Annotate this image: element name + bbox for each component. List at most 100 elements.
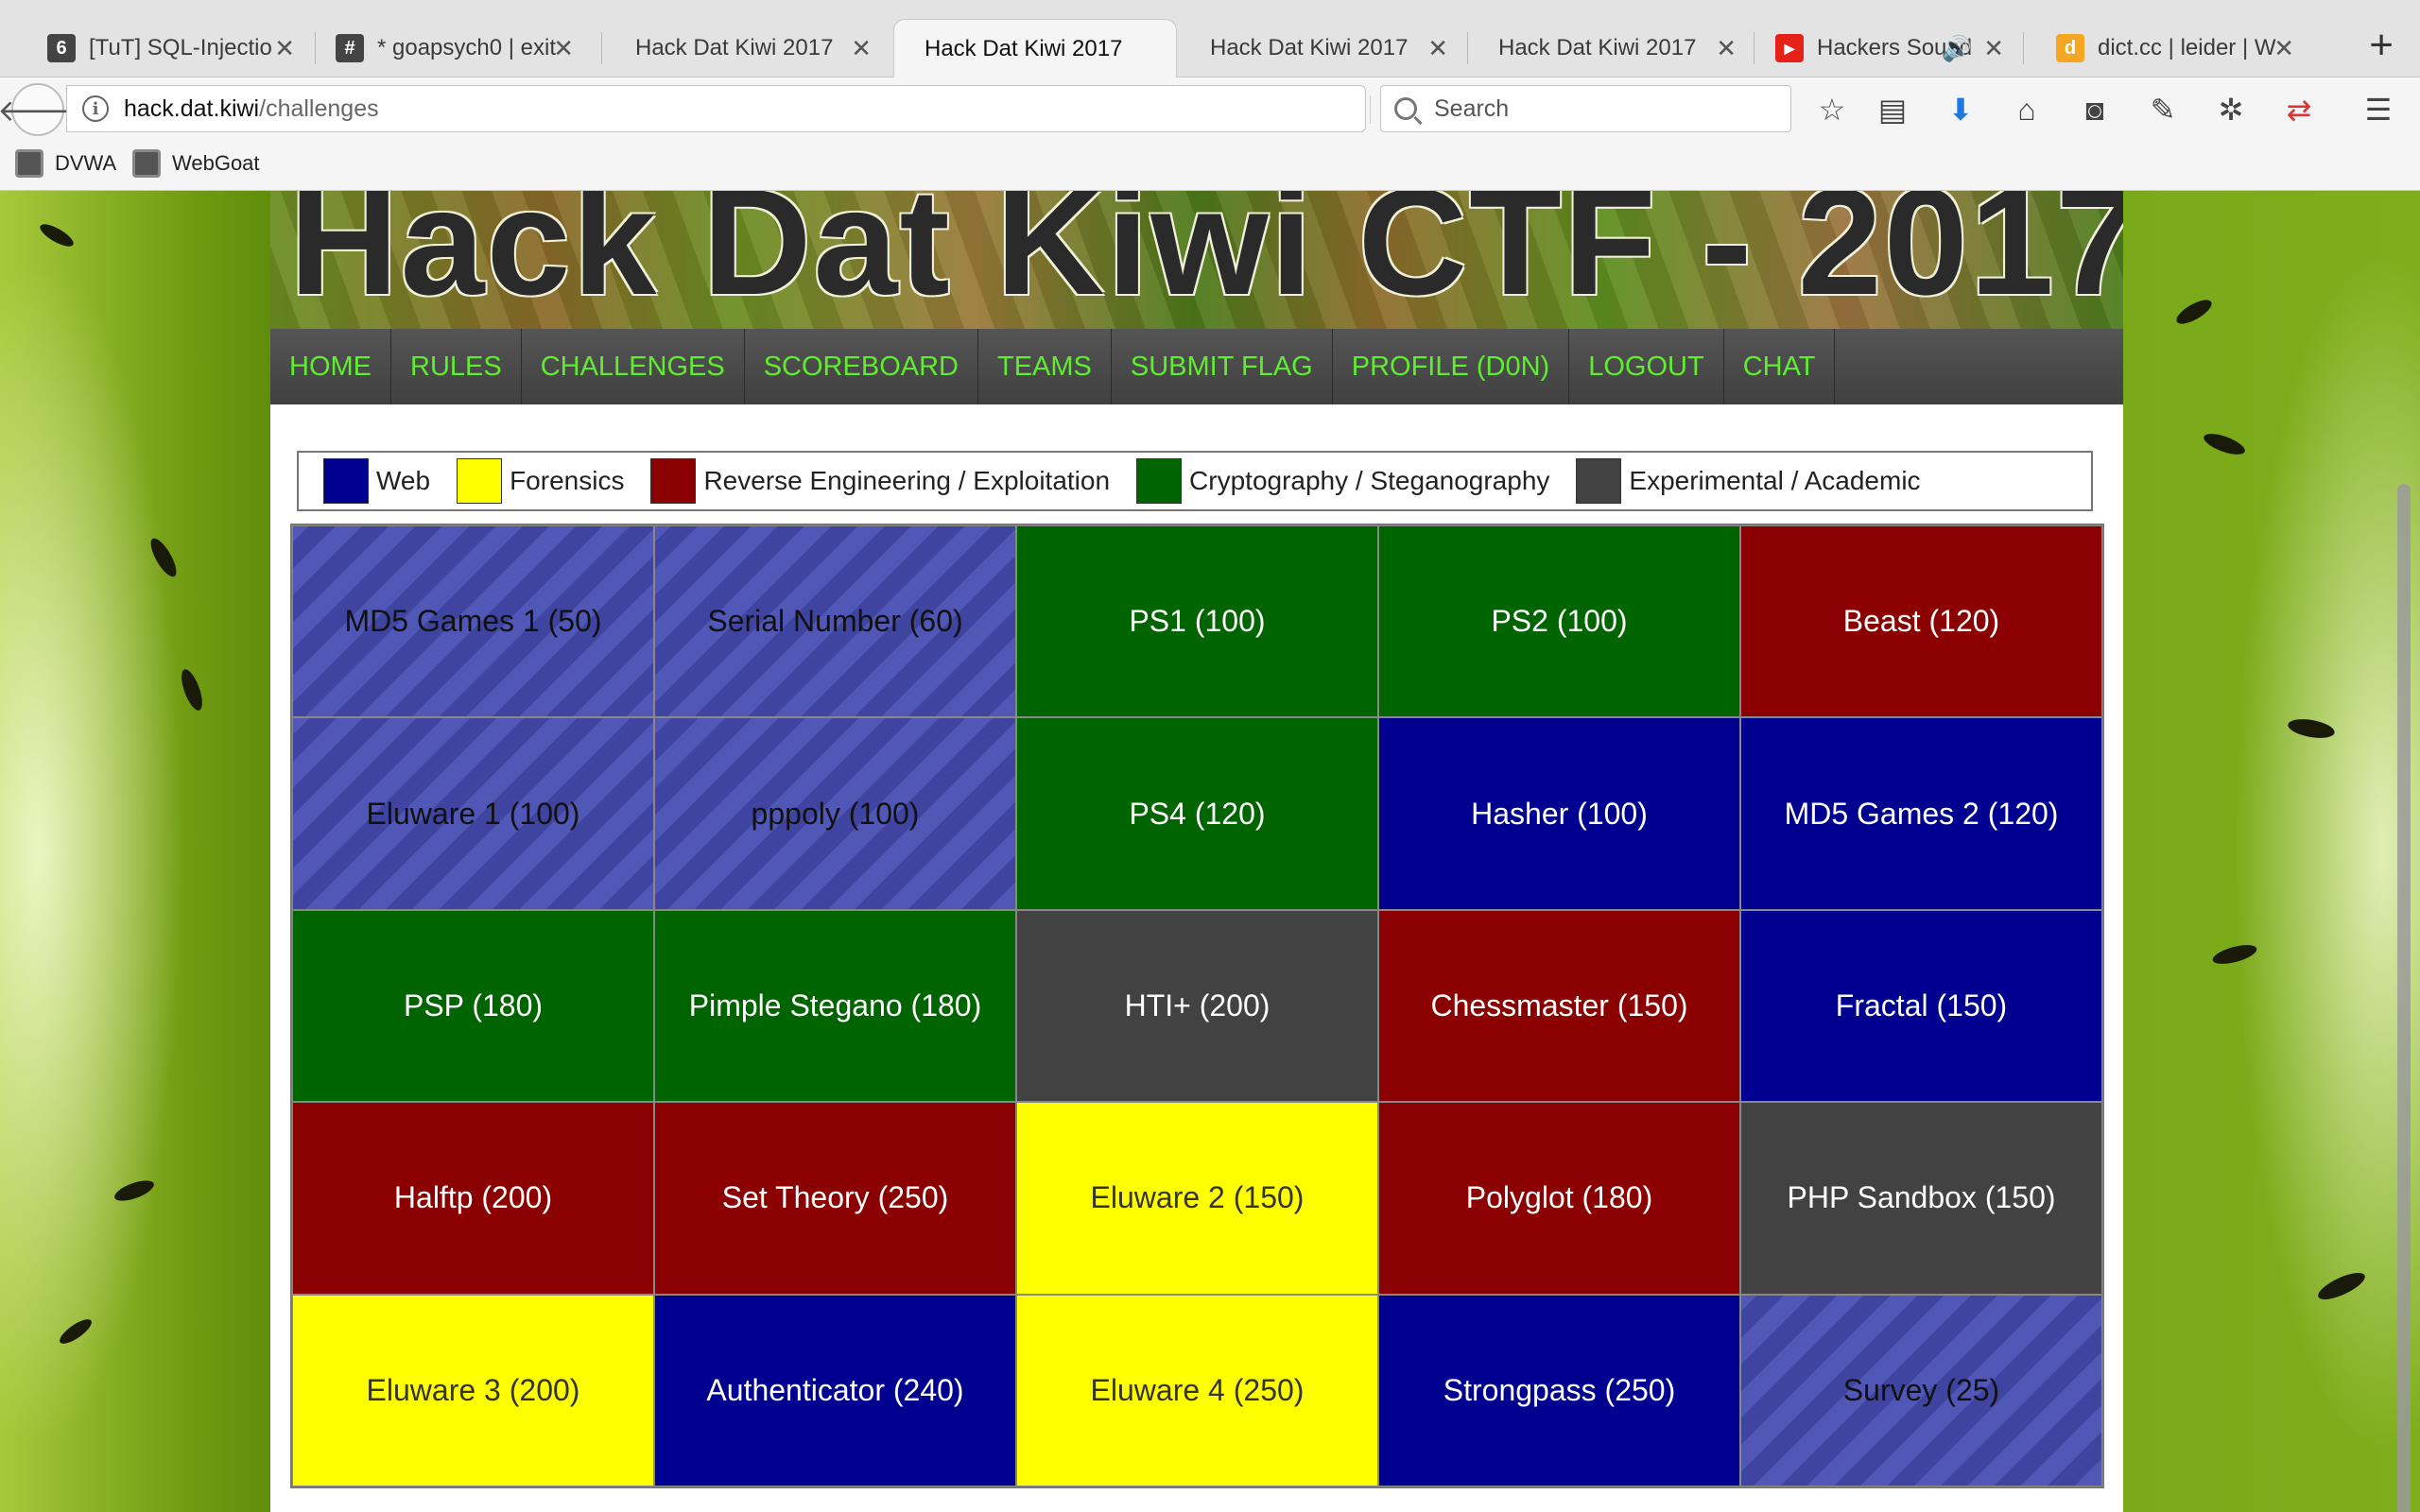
close-icon[interactable]: ✕ [1427, 34, 1448, 63]
challenge-set-theory[interactable]: Set Theory (250) [654, 1102, 1016, 1295]
challenge-chessmaster[interactable]: Chessmaster (150) [1378, 909, 1740, 1103]
challenge-eluware-3[interactable]: Eluware 3 (200) [292, 1294, 654, 1486]
close-icon[interactable]: ✕ [1983, 34, 2004, 63]
kiwi-seed [2172, 295, 2216, 329]
nav-scoreboard[interactable]: SCOREBOARD [745, 329, 978, 404]
nav-profile[interactable]: PROFILE (D0N) [1333, 329, 1570, 404]
challenge-hasher[interactable]: Hasher (100) [1378, 717, 1740, 910]
challenge-eluware-2[interactable]: Eluware 2 (150) [1016, 1102, 1378, 1295]
nav-submit-flag[interactable]: SUBMIT FLAG [1112, 329, 1333, 404]
challenge-serial-number[interactable]: Serial Number (60) [654, 525, 1016, 718]
kiwi-seed [2201, 429, 2248, 459]
close-icon[interactable]: ✕ [1716, 34, 1737, 63]
bookmark-dvwa[interactable]: DVWA [15, 149, 116, 178]
legend-label: Web [376, 466, 431, 495]
url-divider [1370, 95, 1371, 124]
tab-title: Hack Dat Kiwi 2017 [635, 35, 834, 60]
nav-logout[interactable]: LOGOUT [1569, 329, 1724, 404]
challenge-psp[interactable]: PSP (180) [292, 909, 654, 1103]
download-icon[interactable]: ⬇ [1942, 91, 1979, 129]
back-arrow-icon[interactable]: 🡐 [0, 83, 78, 136]
tab-hackers-sound[interactable]: ▶ Hackers Sound 🔊 ✕ [1756, 19, 2021, 77]
challenge-survey[interactable]: Survey (25) [1740, 1294, 2102, 1486]
legend-label: Reverse Engineering / Exploitation [703, 466, 1111, 495]
tut-favicon-icon: 6 [47, 34, 76, 62]
tab-dict-cc[interactable]: d dict.cc | leider | W ✕ [2037, 19, 2311, 77]
challenge-halftp[interactable]: Halftp (200) [292, 1102, 654, 1295]
category-legend: Web Forensics Reverse Engineering / Expl… [297, 451, 2093, 511]
kiwi-seed [2286, 715, 2337, 742]
nav-rules[interactable]: RULES [391, 329, 522, 404]
legend-swatch [323, 458, 369, 504]
search-input[interactable]: Search [1380, 85, 1791, 132]
bookmark-label: WebGoat [172, 151, 260, 175]
challenge-php-sandbox[interactable]: PHP Sandbox (150) [1740, 1102, 2102, 1295]
legend-swatch [1576, 458, 1622, 504]
tab-divider [1467, 32, 1468, 64]
legend-label: Experimental / Academic [1629, 466, 1921, 495]
tab-hack-dat-kiwi-1[interactable]: Hack Dat Kiwi 2017 ✕ [614, 19, 889, 77]
kiwi-seed [2314, 1267, 2369, 1305]
nav-teams[interactable]: TEAMS [978, 329, 1112, 404]
extension-icon[interactable]: ✲ [2212, 91, 2250, 129]
challenge-pimple-stegano[interactable]: Pimple Stegano (180) [654, 909, 1016, 1103]
url-path: /challenges [259, 94, 379, 122]
tab-sql-injection[interactable]: 6 [TuT] SQL-Injectio ✕ [28, 19, 312, 77]
kiwi-seed [56, 1314, 95, 1349]
dvwa-icon [15, 149, 43, 178]
page-viewport: Hack Dat Kiwi CTF - 2017 HOME RULES CHAL… [0, 191, 2420, 1512]
challenge-strongpass[interactable]: Strongpass (250) [1378, 1294, 1740, 1486]
challenge-authenticator[interactable]: Authenticator (240) [654, 1294, 1016, 1486]
site-title: Hack Dat Kiwi CTF - 2017 [289, 191, 2123, 326]
challenge-hti-plus[interactable]: HTI+ (200) [1016, 909, 1378, 1103]
challenge-md5-games-2[interactable]: MD5 Games 2 (120) [1740, 717, 2102, 910]
nav-chat[interactable]: CHAT [1724, 329, 1836, 404]
url-bar[interactable]: i hack.dat.kiwi/challenges ⟳ [66, 85, 1409, 132]
nav-challenges[interactable]: CHALLENGES [522, 329, 745, 404]
search-placeholder: Search [1434, 94, 1510, 122]
tab-hack-dat-kiwi-4[interactable]: Hack Dat Kiwi 2017 ✕ [1479, 19, 1754, 77]
challenge-eluware-1[interactable]: Eluware 1 (100) [292, 717, 654, 910]
new-tab-icon[interactable]: + [2369, 25, 2394, 66]
hash-favicon-icon: # [336, 34, 364, 62]
challenge-ps2[interactable]: PS2 (100) [1378, 525, 1740, 718]
kiwi-seed [177, 666, 207, 713]
page-scrollbar[interactable] [2397, 484, 2411, 1512]
tab-title: Hack Dat Kiwi 2017 [925, 35, 1123, 61]
evernote-icon[interactable]: ✎ [2144, 91, 2182, 129]
challenge-beast[interactable]: Beast (120) [1740, 525, 2102, 718]
close-icon[interactable]: ✕ [2273, 34, 2294, 63]
close-icon[interactable]: ✕ [274, 34, 295, 63]
proxy-toggle-icon[interactable]: ⇄ [2280, 91, 2318, 129]
menu-icon[interactable]: ☰ [2360, 91, 2397, 129]
challenge-fractal[interactable]: Fractal (150) [1740, 909, 2102, 1103]
speaker-icon[interactable]: 🔊 [1942, 34, 1972, 63]
reading-list-icon[interactable]: ▤ [1874, 91, 1911, 129]
pocket-icon[interactable]: ◙ [2076, 91, 2114, 129]
bookmark-webgoat[interactable]: WebGoat [132, 149, 260, 178]
tab-hack-dat-kiwi-active[interactable]: Hack Dat Kiwi 2017 [893, 19, 1177, 77]
site-container: Hack Dat Kiwi CTF - 2017 HOME RULES CHAL… [270, 191, 2123, 1512]
dictcc-favicon-icon: d [2056, 34, 2084, 62]
close-icon[interactable]: ✕ [851, 34, 872, 63]
bookmark-star-icon[interactable]: ☆ [1813, 91, 1851, 129]
nav-home[interactable]: HOME [270, 329, 391, 404]
tab-hack-dat-kiwi-3[interactable]: Hack Dat Kiwi 2017 ✕ [1191, 19, 1465, 77]
challenge-md5-games-1[interactable]: MD5 Games 1 (50) [292, 525, 654, 718]
close-icon[interactable]: ✕ [553, 34, 574, 63]
challenge-ps4[interactable]: PS4 (120) [1016, 717, 1378, 910]
kiwi-seed [2210, 941, 2259, 968]
site-banner: Hack Dat Kiwi CTF - 2017 [270, 191, 2123, 329]
challenge-ps1[interactable]: PS1 (100) [1016, 525, 1378, 718]
challenge-grid: MD5 Games 1 (50) Serial Number (60) PS1 … [290, 524, 2104, 1488]
tab-bar: 6 [TuT] SQL-Injectio ✕ # * goapsych0 | e… [0, 0, 2420, 77]
tab-title: [TuT] SQL-Injectio [89, 35, 272, 60]
challenge-eluware-4[interactable]: Eluware 4 (250) [1016, 1294, 1378, 1486]
tab-goapsych0[interactable]: # * goapsych0 | exit ✕ [317, 19, 591, 77]
legend-item-crypto: Cryptography / Steganography [1136, 458, 1549, 504]
info-icon[interactable]: i [82, 95, 109, 122]
legend-swatch [650, 458, 697, 504]
home-icon[interactable]: ⌂ [2008, 91, 2046, 129]
challenge-polyglot[interactable]: Polyglot (180) [1378, 1102, 1740, 1295]
challenge-pppoly[interactable]: pppoly (100) [654, 717, 1016, 910]
